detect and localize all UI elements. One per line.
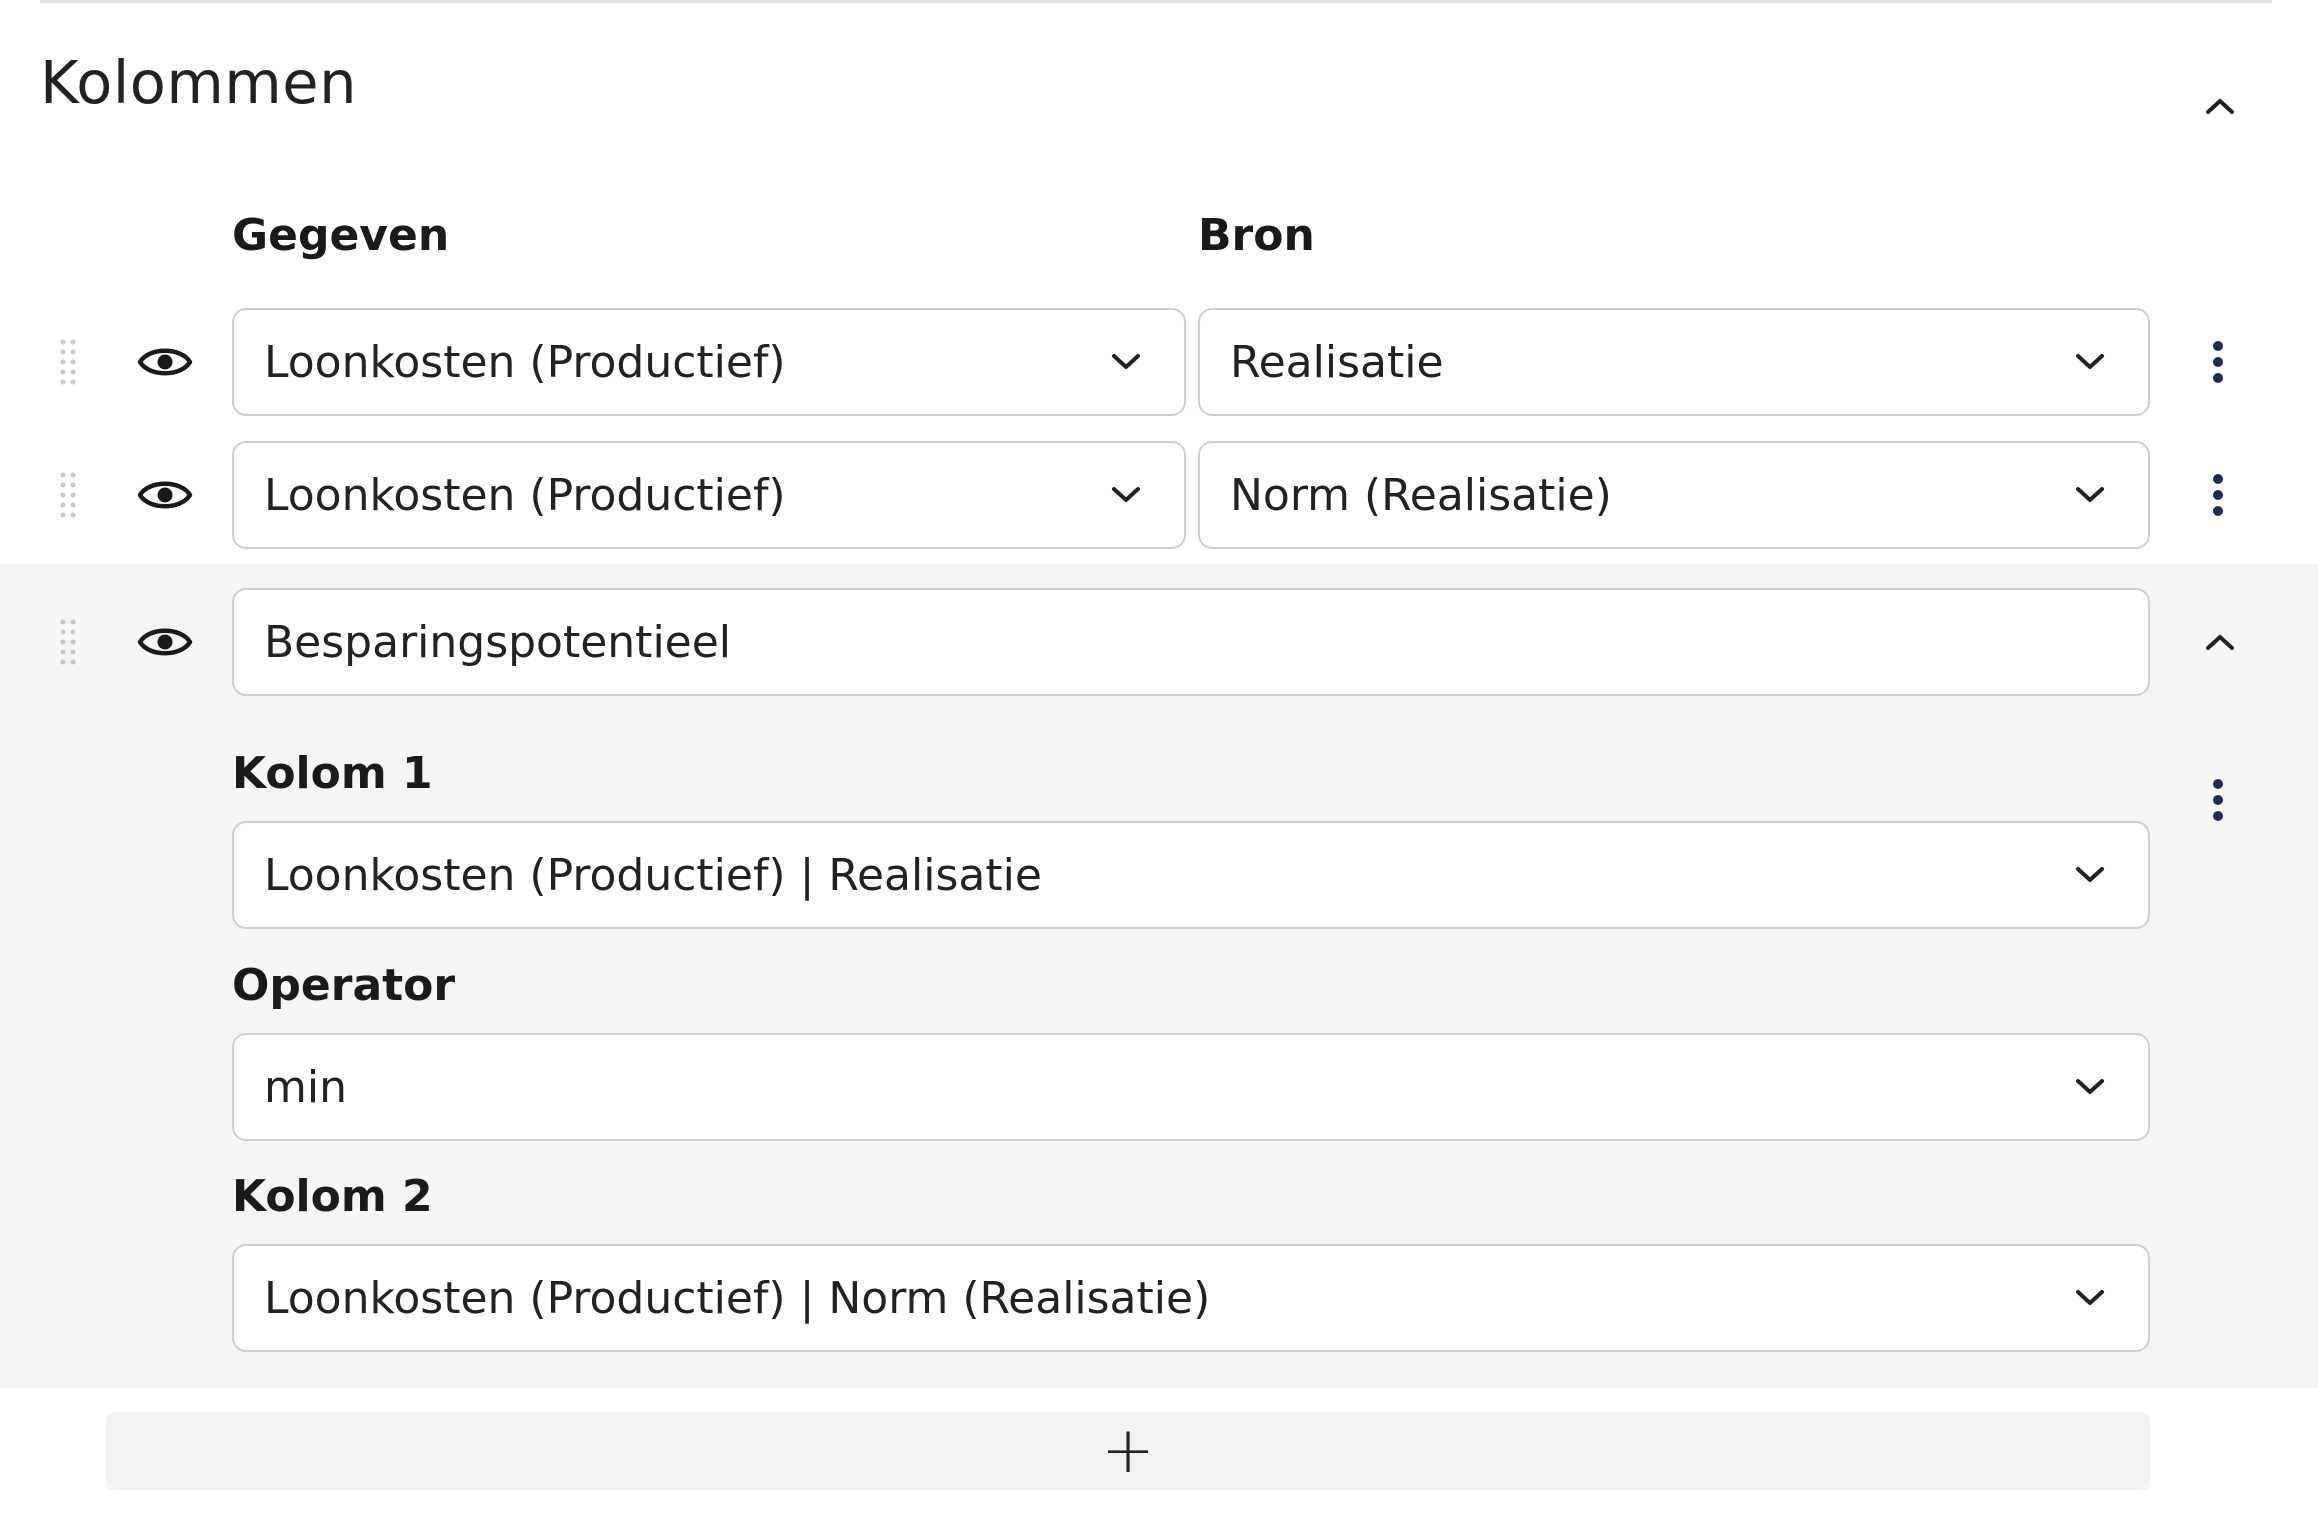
chevron-down-icon: [2072, 863, 2108, 887]
more-vertical-icon: [2213, 779, 2223, 821]
more-vertical-icon: [2213, 341, 2223, 383]
drag-handle-icon: [60, 619, 76, 665]
operator-select-value: min: [264, 1061, 347, 1113]
collapse-row-button[interactable]: [2196, 622, 2244, 662]
chevron-up-icon: [2206, 635, 2234, 650]
section-title: Kolommen: [40, 48, 357, 117]
chevron-down-icon: [2072, 1286, 2108, 1310]
row-menu-button[interactable]: [2200, 465, 2236, 525]
drag-handle-icon: [60, 339, 76, 385]
add-column-button[interactable]: +: [106, 1412, 2150, 1490]
calculated-column-name-input[interactable]: Besparingspotentieel: [232, 588, 2150, 696]
drag-handle[interactable]: [56, 470, 80, 520]
chevron-up-icon: [2206, 99, 2234, 114]
operator-label: Operator: [232, 960, 456, 1011]
gegeven-select[interactable]: Loonkosten (Productief): [232, 441, 1186, 549]
gegeven-select[interactable]: Loonkosten (Productief): [232, 308, 1186, 416]
chevron-down-icon: [2072, 350, 2108, 374]
visibility-toggle[interactable]: [136, 620, 194, 664]
columns-panel: Kolommen Gegeven Bron Loonkosten (Produc…: [0, 0, 2318, 1527]
gegeven-select-value: Loonkosten (Productief): [264, 336, 786, 388]
visibility-toggle[interactable]: [136, 340, 194, 384]
kolom2-label: Kolom 2: [232, 1171, 433, 1222]
more-vertical-icon: [2213, 474, 2223, 516]
divider: [40, 0, 2272, 3]
collapse-section-button[interactable]: [2196, 86, 2244, 126]
drag-handle[interactable]: [56, 617, 80, 667]
visibility-toggle[interactable]: [136, 473, 194, 517]
kolom1-select[interactable]: Loonkosten (Productief) | Realisatie: [232, 821, 2150, 929]
chevron-down-icon: [1108, 350, 1144, 374]
kolom1-select-value: Loonkosten (Productief) | Realisatie: [264, 849, 1042, 901]
bron-select[interactable]: Realisatie: [1198, 308, 2150, 416]
gegeven-select-value: Loonkosten (Productief): [264, 469, 786, 521]
bron-select-value: Norm (Realisatie): [1230, 469, 1612, 521]
kolom2-select-value: Loonkosten (Productief) | Norm (Realisat…: [264, 1272, 1211, 1324]
column-header-bron: Bron: [1198, 210, 1315, 261]
calculated-column-name-value: Besparingspotentieel: [264, 616, 732, 668]
eye-icon: [137, 348, 193, 376]
bron-select-value: Realisatie: [1230, 336, 1444, 388]
bron-select[interactable]: Norm (Realisatie): [1198, 441, 2150, 549]
operator-select[interactable]: min: [232, 1033, 2150, 1141]
kolom2-select[interactable]: Loonkosten (Productief) | Norm (Realisat…: [232, 1244, 2150, 1352]
eye-icon: [137, 628, 193, 656]
plus-icon: +: [1101, 1414, 1155, 1488]
kolom1-label: Kolom 1: [232, 748, 433, 799]
eye-icon: [137, 481, 193, 509]
row-menu-button[interactable]: [2200, 770, 2236, 830]
chevron-down-icon: [2072, 483, 2108, 507]
row-menu-button[interactable]: [2200, 332, 2236, 392]
chevron-down-icon: [2072, 1075, 2108, 1099]
chevron-down-icon: [1108, 483, 1144, 507]
column-header-gegeven: Gegeven: [232, 210, 450, 261]
drag-handle-icon: [60, 472, 76, 518]
drag-handle[interactable]: [56, 337, 80, 387]
